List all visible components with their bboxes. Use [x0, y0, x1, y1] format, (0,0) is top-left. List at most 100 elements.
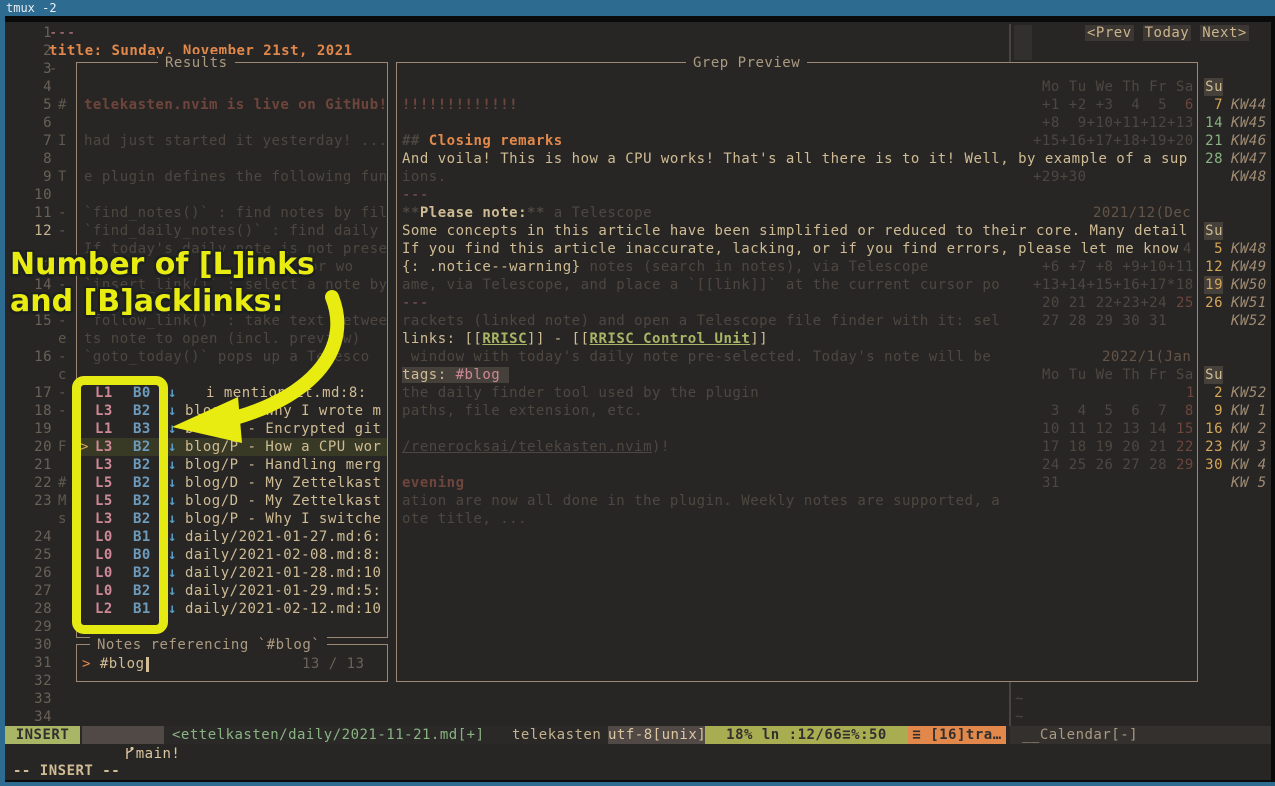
mode-message: -- INSERT --	[13, 762, 120, 780]
line-number: 9	[22, 168, 52, 186]
calendar-week-number: KW 5	[1231, 474, 1267, 492]
buffer-text-fragment: -	[58, 384, 67, 402]
calendar-date[interactable]: 14	[1204, 114, 1223, 132]
calendar-today-button[interactable]: Today	[1143, 25, 1192, 41]
line-number: 5	[22, 96, 52, 114]
buffer-text-fragment: #	[58, 474, 67, 492]
calendar-next-button[interactable]: Next>	[1200, 25, 1249, 41]
git-branch-segment: main!	[82, 726, 164, 744]
calendar-week-number: KW45	[1231, 114, 1267, 132]
calendar-date[interactable]: 19	[1204, 276, 1223, 294]
buffer-text-fragment: -	[58, 402, 67, 420]
calendar-date[interactable]: 9	[1204, 402, 1223, 420]
calendar-su-header: Su	[1204, 222, 1223, 240]
buffer-line: ---	[49, 24, 76, 42]
calendar-date[interactable]: 5	[1204, 240, 1223, 258]
buffer-text-fragment: e	[58, 330, 67, 348]
encoding-segment: utf-8[unix]	[608, 726, 706, 744]
window-separator-top	[1009, 24, 1011, 62]
line-number: 33	[22, 690, 52, 708]
line-number: 23	[22, 492, 52, 510]
buffer-text-fragment: T	[58, 168, 67, 186]
line-number: 8	[22, 150, 52, 168]
git-branch-name: main!	[136, 746, 181, 762]
calendar-date[interactable]: 23	[1204, 438, 1223, 456]
calendar-su-header: Su	[1204, 78, 1223, 96]
trailing-whitespace-warning: ≡ [16]tra…	[908, 726, 1006, 744]
calendar-week-number: KW46	[1231, 132, 1267, 150]
result-counter: 13 / 13	[302, 655, 365, 673]
filename: <ettelkasten/daily/2021-11-21.md[+]	[172, 726, 485, 744]
calendar-date[interactable]: 30	[1204, 456, 1223, 474]
calendar-date[interactable]: 12	[1204, 258, 1223, 276]
buffer-text-fragment: -	[58, 222, 67, 240]
calendar-week-number: KW 2	[1231, 420, 1267, 438]
line-number: 25	[22, 546, 52, 564]
line-number: 22	[22, 474, 52, 492]
calendar-date[interactable]: 21	[1204, 132, 1223, 150]
calendar-week-number: KW51	[1231, 294, 1267, 312]
mode-indicator: INSERT	[5, 726, 80, 744]
line-number: 21	[22, 456, 52, 474]
buffer-text-fragment: F	[58, 438, 67, 456]
git-branch-icon	[124, 746, 134, 760]
line-number: 10	[22, 186, 52, 204]
calendar-date[interactable]: 2	[1204, 384, 1223, 402]
line-number: 27	[22, 582, 52, 600]
line-number: 11	[22, 204, 52, 222]
calendar-week-number: KW 1	[1231, 402, 1267, 420]
tilde-marker: ~	[1015, 690, 1024, 708]
calendar-week-number: KW 4	[1231, 456, 1267, 474]
buffer-text-fragment: #	[58, 96, 67, 114]
calendar-date[interactable]: 16	[1204, 420, 1223, 438]
line-number: 20	[22, 438, 52, 456]
text-cursor	[146, 657, 149, 672]
line-number: 1	[22, 24, 52, 42]
calendar-week-number: KW44	[1231, 96, 1267, 114]
line-number: 16	[22, 348, 52, 366]
line-number: 29	[22, 618, 52, 636]
prompt-input[interactable]: > #blog	[82, 655, 145, 673]
calendar-date[interactable]: 7	[1204, 96, 1223, 114]
buffer-text-fragment: M	[58, 492, 67, 510]
calendar-week-number: KW47	[1231, 150, 1267, 168]
preview-panel	[396, 62, 1198, 682]
line-number: 3	[22, 60, 52, 78]
annotation-line2: and [B]acklinks:	[10, 283, 315, 320]
tmux-title: tmux -2	[6, 1, 57, 15]
line-number: 6	[22, 114, 52, 132]
line-number: 34	[22, 708, 52, 726]
calendar-prev-button[interactable]: <Prev	[1085, 25, 1134, 41]
results-panel-title: Results	[158, 54, 235, 72]
window-frame-bottom	[0, 782, 1275, 786]
calendar-week-number: KW48	[1231, 240, 1267, 258]
line-number: 12	[22, 222, 52, 240]
line-number: 31	[22, 654, 52, 672]
calendar-date[interactable]: 28	[1204, 150, 1223, 168]
screen: tmux -2 12345678910111213141516171819202…	[0, 0, 1275, 786]
calendar-week-number: KW48	[1231, 168, 1267, 186]
line-number: 24	[22, 528, 52, 546]
line-number: 7	[22, 132, 52, 150]
calendar-nav: <Prev Today Next>	[1085, 24, 1249, 42]
calendar-week-number: KW52	[1231, 384, 1267, 402]
calendar-week-number: KW 3	[1231, 438, 1267, 456]
prompt-panel-title: Notes referencing `#blog`	[90, 636, 327, 654]
line-number: 18	[22, 402, 52, 420]
line-number: 26	[22, 564, 52, 582]
buffer-line: -	[49, 60, 58, 78]
window-separator-bottom	[1009, 682, 1011, 726]
calendar-date[interactable]: 26	[1204, 294, 1223, 312]
line-number: 32	[22, 672, 52, 690]
position-segment: 18% ln :12/66≡%:50	[705, 726, 908, 744]
tmux-titlebar: tmux -2	[0, 0, 1275, 16]
calendar-week-number: KW50	[1231, 276, 1267, 294]
prompt-query: #blog	[100, 656, 145, 672]
annotation-text: Number of [L]inks and [B]acklinks:	[10, 246, 315, 320]
line-number: 19	[22, 420, 52, 438]
line-number: 28	[22, 600, 52, 618]
plugin-name: telekasten	[512, 726, 601, 744]
line-number: 4	[22, 78, 52, 96]
buffer-text-fragment: s	[58, 510, 67, 528]
annotation-line1: Number of [L]inks	[10, 246, 315, 283]
